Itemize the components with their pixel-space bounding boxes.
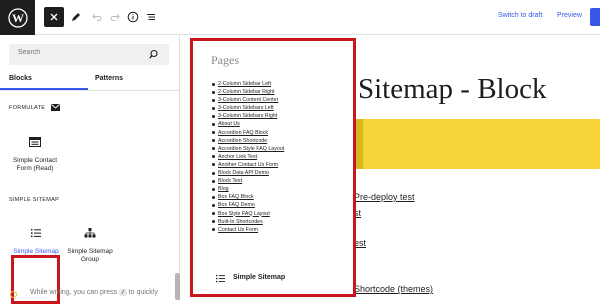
list-view-icon: [147, 14, 155, 20]
editor-top-bar: W Switch to draft Preview: [0, 0, 600, 35]
content-line[interactable]: Shortcode (themes): [354, 284, 433, 294]
content-line[interactable]: Pre-deploy test: [354, 192, 415, 202]
sidebar-scrollbar[interactable]: [175, 273, 180, 300]
category-title-simple-sitemap: SIMPLE SITEMAP: [9, 197, 60, 203]
tools-button[interactable]: [66, 7, 86, 27]
sitemap-group-icon: [84, 228, 96, 238]
highlight-preview-popup: [190, 38, 356, 297]
envelope-icon: [51, 104, 60, 111]
tip-text-before: While writing, you can press: [30, 289, 118, 296]
close-inserter-button[interactable]: [44, 7, 64, 27]
list-view-button[interactable]: [141, 7, 161, 27]
undo-icon: [92, 13, 102, 21]
block-simple-contact-form[interactable]: Simple Contact Form (Read): [7, 134, 63, 173]
search-box: [9, 44, 169, 65]
category-title-formulate: FORMULATE: [9, 105, 46, 111]
search-icon: [149, 49, 158, 59]
search-input[interactable]: [18, 49, 138, 56]
tab-patterns[interactable]: Patterns: [95, 75, 123, 82]
switch-to-draft-button[interactable]: Switch to draft: [498, 12, 542, 19]
list-icon: [31, 229, 41, 238]
tip-icon: [10, 291, 17, 298]
redo-icon: [110, 13, 120, 21]
post-title[interactable]: Sitemap - Block: [358, 73, 546, 106]
svg-text:W: W: [12, 11, 24, 25]
details-button[interactable]: [123, 7, 143, 27]
update-button[interactable]: [590, 8, 600, 26]
info-icon: [127, 11, 139, 23]
block-simple-sitemap[interactable]: Simple Sitemap: [8, 225, 64, 256]
block-label: Simple Sitemap Group: [67, 248, 113, 263]
close-icon: [50, 13, 58, 21]
tabs-divider: [0, 90, 180, 91]
tab-blocks[interactable]: Blocks: [9, 75, 32, 82]
block-simple-sitemap-group[interactable]: Simple Sitemap Group: [62, 225, 118, 264]
pen-icon: [72, 13, 80, 21]
wordpress-logo-icon: W: [7, 7, 28, 28]
block-inserter-panel: Blocks Patterns FORMULATE Simple Contact…: [0, 35, 180, 304]
redo-button[interactable]: [105, 7, 125, 27]
wordpress-logo-button[interactable]: W: [0, 0, 35, 35]
tip-shortcut-key: /: [119, 289, 127, 296]
form-icon: [29, 137, 41, 147]
inserter-tip: While writing, you can press / to quickl…: [30, 289, 158, 296]
preview-button[interactable]: Preview: [557, 12, 582, 19]
block-label: Simple Contact Form (Read): [12, 157, 58, 172]
undo-button[interactable]: [87, 7, 107, 27]
highlight-simple-sitemap-block: [11, 255, 60, 304]
tip-text-after: to quickly: [128, 289, 158, 296]
yellow-cover-block[interactable]: [354, 119, 600, 169]
